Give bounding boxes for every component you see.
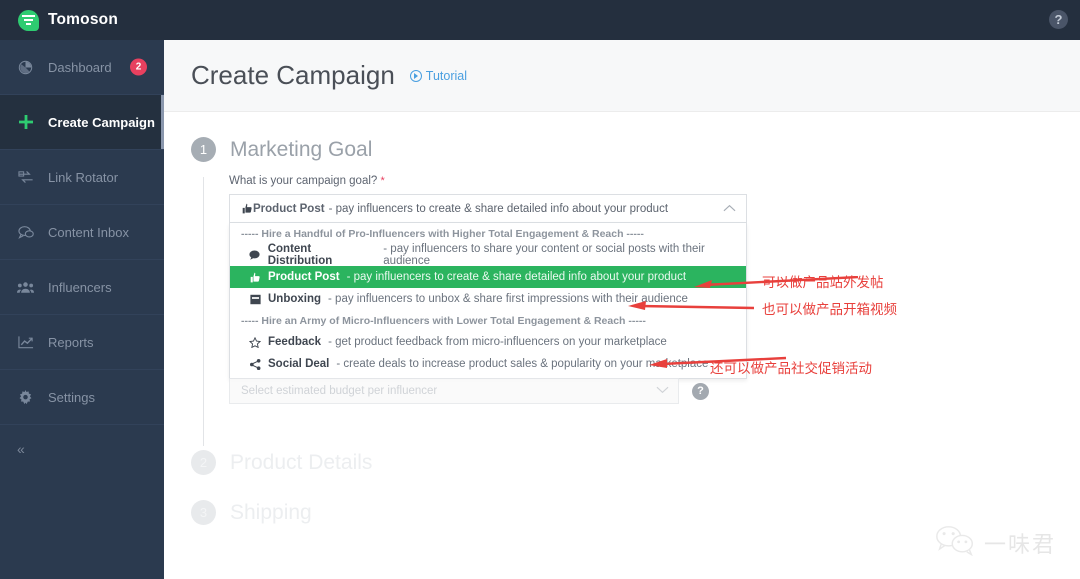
option-name: Feedback xyxy=(268,336,322,348)
budget-select[interactable]: Select estimated budget per influencer xyxy=(229,378,679,404)
play-circle-icon xyxy=(409,69,422,82)
sidebar-item-dashboard[interactable]: Dashboard 2 xyxy=(0,40,164,95)
sidebar-item-reports[interactable]: Reports xyxy=(0,315,164,370)
campaign-goal-dropdown[interactable]: Product Post - pay influencers to create… xyxy=(229,194,747,379)
dropdown-option-feedback[interactable]: Feedback - get product feedback from micr… xyxy=(230,331,746,353)
step-number: 1 xyxy=(191,137,216,162)
brand[interactable]: Tomoson xyxy=(0,9,118,31)
main-content: Create Campaign Tutorial 1 Marketing Goa… xyxy=(164,40,1080,579)
step-label: Marketing Goal xyxy=(230,137,373,161)
sidebar-badge: 2 xyxy=(130,58,147,76)
required-asterisk: * xyxy=(380,175,385,187)
step-product-details[interactable]: 2 Product Details xyxy=(191,450,1080,475)
sidebar-nav: Dashboard 2 Create Campaign Link Rotator Con… xyxy=(0,40,165,425)
option-description: - pay influencers to share your content … xyxy=(383,243,705,267)
goal-field-label: What is your campaign goal? * xyxy=(229,175,1080,187)
sidebar-item-label: Link Rotator xyxy=(48,169,119,185)
sidebar-item-content-inbox[interactable]: Content Inbox xyxy=(0,205,164,260)
sidebar-item-label: Reports xyxy=(48,334,94,350)
star-icon xyxy=(249,336,261,348)
campaign-form: 1 Marketing Goal What is your campaign g… xyxy=(164,112,1080,525)
dropdown-option-product-post[interactable]: Product Post - pay influencers to create … xyxy=(230,266,746,288)
chevron-down-icon[interactable] xyxy=(656,385,669,397)
option-name: Unboxing xyxy=(268,293,322,305)
step-number: 2 xyxy=(191,450,216,475)
gear-icon xyxy=(16,389,35,405)
chat-bubble-icon xyxy=(249,250,261,260)
option-name: Social Deal xyxy=(268,358,330,370)
annotation-text: 还可以做产品社交促销活动 xyxy=(710,361,872,377)
step-number: 3 xyxy=(191,500,216,525)
budget-placeholder: Select estimated budget per influencer xyxy=(241,385,438,397)
sidebar-item-label: Settings xyxy=(48,389,95,405)
dropdown-group-header: ----- Hire an Army of Micro-Influencers … xyxy=(241,314,646,327)
users-group-icon xyxy=(16,281,35,294)
sidebar-item-create-campaign[interactable]: Create Campaign xyxy=(0,95,165,150)
thumbs-up-icon xyxy=(249,272,261,283)
page-title: Create Campaign xyxy=(191,60,395,90)
tutorial-link[interactable]: Tutorial xyxy=(409,68,467,83)
step-label: Product Details xyxy=(230,450,373,474)
double-chevron-left-icon: « xyxy=(17,441,25,457)
tutorial-label: Tutorial xyxy=(425,68,467,83)
budget-row: Select estimated budget per influencer ? xyxy=(229,378,1080,404)
selected-option-desc: - pay influencers to create & share deta… xyxy=(328,202,669,215)
chat-bubble-logo-icon xyxy=(18,9,39,31)
goal-label-text: What is your campaign goal? xyxy=(229,175,378,187)
budget-help-icon[interactable]: ? xyxy=(692,382,709,400)
chat-bubble-icon xyxy=(16,225,35,239)
dropdown-option-content-distribution[interactable]: Content Distribution - pay influencers to… xyxy=(230,243,746,267)
option-name: Product Post xyxy=(268,271,340,283)
sidebar-item-label: Content Inbox xyxy=(48,224,129,240)
annotation-text: 可以做产品站外发帖 xyxy=(762,275,884,291)
line-chart-icon xyxy=(16,335,35,349)
selected-option-name: Product Post xyxy=(253,202,325,215)
sidebar-item-influencers[interactable]: Influencers xyxy=(0,260,164,315)
sidebar-collapse-button[interactable]: « xyxy=(0,425,164,473)
brand-name: Tomoson xyxy=(48,11,118,28)
app-root: Tomoson ? Dashboard 2 Create Campaign Link … xyxy=(0,0,1080,579)
page-header: Create Campaign Tutorial xyxy=(164,40,1080,112)
question-mark-icon[interactable]: ? xyxy=(1049,10,1068,29)
share-icon xyxy=(249,358,261,370)
wechat-logo-icon xyxy=(935,524,975,561)
sidebar-item-settings[interactable]: Settings xyxy=(0,370,164,425)
watermark: 一味君 xyxy=(935,524,1056,561)
chevron-up-icon[interactable] xyxy=(723,203,736,215)
option-description: - get product feedback from micro-influe… xyxy=(328,336,667,348)
step-label: Shipping xyxy=(230,500,312,524)
option-name: Content Distribution xyxy=(267,243,333,267)
sidebar-item-label: Dashboard xyxy=(48,59,112,75)
watermark-text: 一味君 xyxy=(983,532,1056,558)
sidebar-item-label: Influencers xyxy=(48,279,112,295)
dropdown-group-header: ----- Hire a Handful of Pro-Influencers … xyxy=(241,227,644,240)
sidebar-item-label: Create Campaign xyxy=(48,114,155,130)
annotation-text: 也可以做产品开箱视频 xyxy=(762,302,897,318)
rotate-icon xyxy=(16,170,35,184)
thumbs-up-icon xyxy=(241,203,253,214)
sidebar: Dashboard 2 Create Campaign Link Rotator Con… xyxy=(0,40,165,579)
option-description: - pay influencers to create & share deta… xyxy=(346,271,687,283)
step-marketing-goal: 1 Marketing Goal xyxy=(191,137,1080,162)
box-icon xyxy=(249,294,261,305)
dropdown-selected-value[interactable]: Product Post - pay influencers to create… xyxy=(229,194,747,223)
sidebar-item-link-rotator[interactable]: Link Rotator xyxy=(0,150,164,205)
dashboard-icon xyxy=(16,60,35,75)
step-shipping[interactable]: 3 Shipping xyxy=(191,500,1080,525)
annotation-arrow-2 xyxy=(626,300,756,310)
plus-icon xyxy=(16,114,35,130)
top-bar: Tomoson ? xyxy=(0,0,1080,40)
